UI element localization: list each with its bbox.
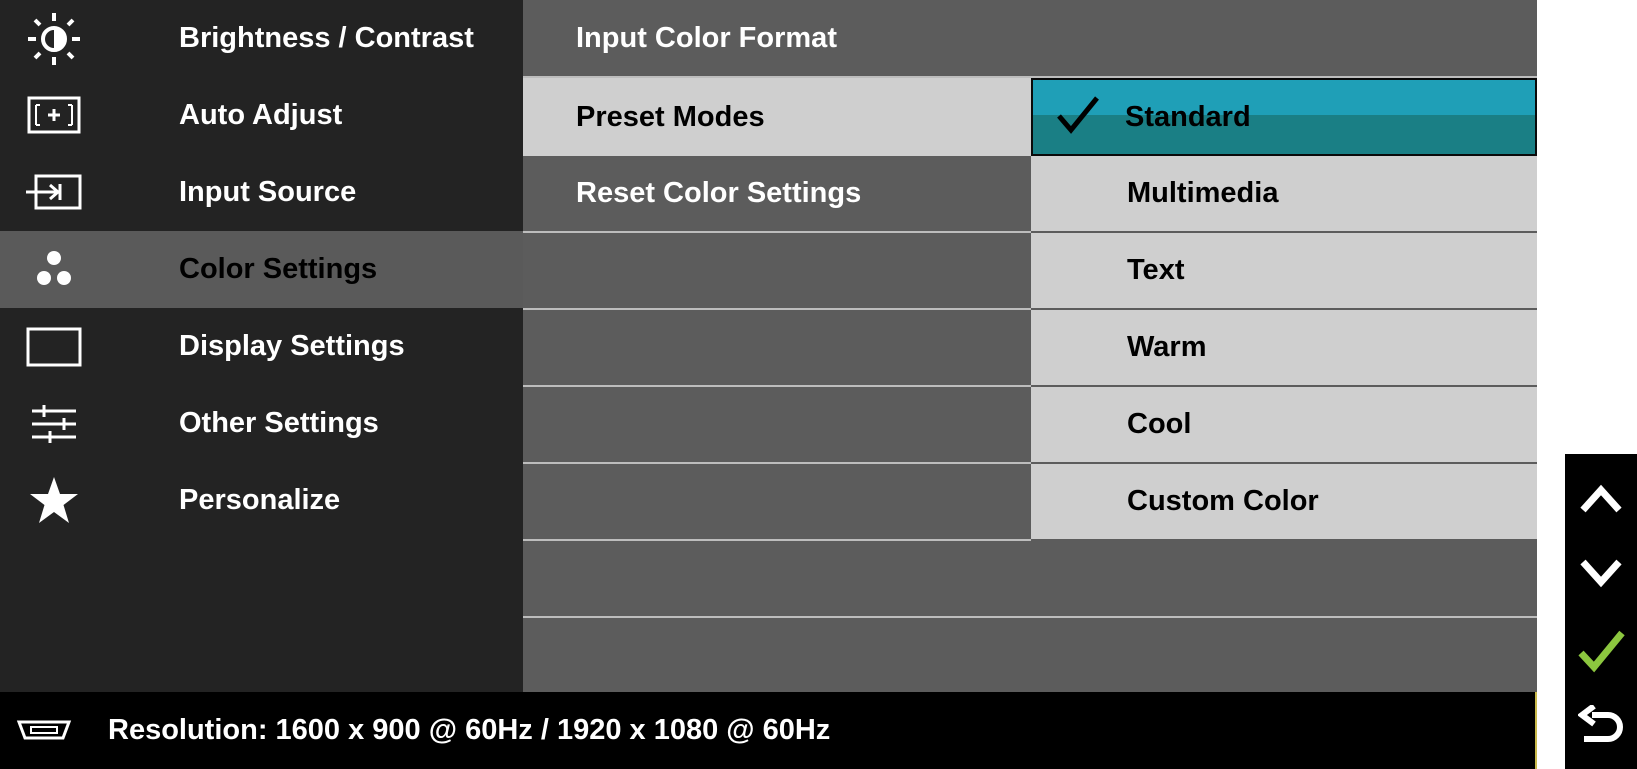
empty-row (523, 541, 1537, 618)
auto-adjust-icon (18, 77, 90, 154)
menu-label: Brightness / Contrast (179, 22, 474, 54)
menu-label: Input Source (179, 176, 357, 208)
other-settings-icon (18, 385, 90, 462)
option-label: Text (1127, 254, 1185, 286)
preset-option-warm[interactable]: Warm (1031, 310, 1537, 387)
menu-label: Auto Adjust (179, 99, 343, 131)
option-label: Standard (1125, 100, 1251, 133)
resolution-text: Resolution: 1600 x 900 @ 60Hz / 1920 x 1… (108, 714, 831, 746)
menu-label: Display Settings (179, 330, 405, 362)
empty-row (523, 618, 1537, 692)
up-button[interactable] (1565, 464, 1637, 534)
monitor-osd: Brightness / Contrast Auto Adjust Input … (0, 0, 1537, 769)
up-arrow-icon (1580, 484, 1622, 513)
empty-row (523, 387, 1031, 464)
menu-item-auto-adjust[interactable]: Auto Adjust (0, 77, 523, 154)
status-bar: Resolution: 1600 x 900 @ 60Hz / 1920 x 1… (0, 692, 1537, 769)
navigation-buttons (1565, 454, 1637, 769)
submenu-label: Input Color Format (576, 21, 837, 54)
display-settings-icon (18, 308, 90, 385)
menu-item-other-settings[interactable]: Other Settings (0, 385, 523, 462)
menu-item-personalize[interactable]: Personalize (0, 462, 523, 539)
submenu-label: Reset Color Settings (576, 177, 862, 209)
menu-label: Color Settings (179, 253, 378, 285)
confirm-button[interactable] (1565, 616, 1637, 686)
input-source-icon (18, 154, 90, 231)
option-label: Custom Color (1127, 485, 1319, 517)
back-arrow-icon (1578, 705, 1623, 742)
brightness-icon (18, 0, 90, 77)
preset-option-custom-color[interactable]: Custom Color (1031, 464, 1537, 541)
submenu-item-input-color-format[interactable]: Input Color Format (523, 0, 1537, 78)
back-button[interactable] (1565, 690, 1637, 760)
menu-item-color-settings[interactable]: Color Settings (0, 231, 523, 308)
vga-connector-icon (16, 720, 72, 740)
star-icon (18, 462, 90, 539)
menu-item-input-source[interactable]: Input Source (0, 154, 523, 231)
preset-option-text[interactable]: Text (1031, 233, 1537, 310)
main-menu: Brightness / Contrast Auto Adjust Input … (0, 0, 523, 692)
empty-row (523, 464, 1031, 541)
checkmark-icon (1057, 96, 1099, 134)
color-settings-icon (18, 231, 90, 308)
menu-label: Other Settings (179, 407, 379, 439)
preset-option-standard[interactable]: Standard (1031, 78, 1537, 156)
confirm-check-icon (1578, 630, 1625, 673)
preset-option-multimedia[interactable]: Multimedia (1031, 156, 1537, 233)
menu-item-display-settings[interactable]: Display Settings (0, 308, 523, 385)
menu-item-brightness-contrast[interactable]: Brightness / Contrast (0, 0, 523, 77)
menu-label: Personalize (179, 484, 341, 516)
empty-row (523, 310, 1031, 387)
option-label: Cool (1127, 408, 1192, 440)
submenu-label: Preset Modes (576, 100, 765, 133)
option-label: Warm (1127, 331, 1207, 363)
preset-option-cool[interactable]: Cool (1031, 387, 1537, 464)
submenu-item-reset-color-settings[interactable]: Reset Color Settings (523, 156, 1031, 233)
empty-row (523, 233, 1031, 310)
option-label: Multimedia (1127, 177, 1279, 209)
down-arrow-icon (1580, 559, 1622, 588)
down-button[interactable] (1565, 538, 1637, 608)
status-edge (1535, 692, 1537, 769)
submenu-item-preset-modes[interactable]: Preset Modes (523, 78, 1031, 156)
